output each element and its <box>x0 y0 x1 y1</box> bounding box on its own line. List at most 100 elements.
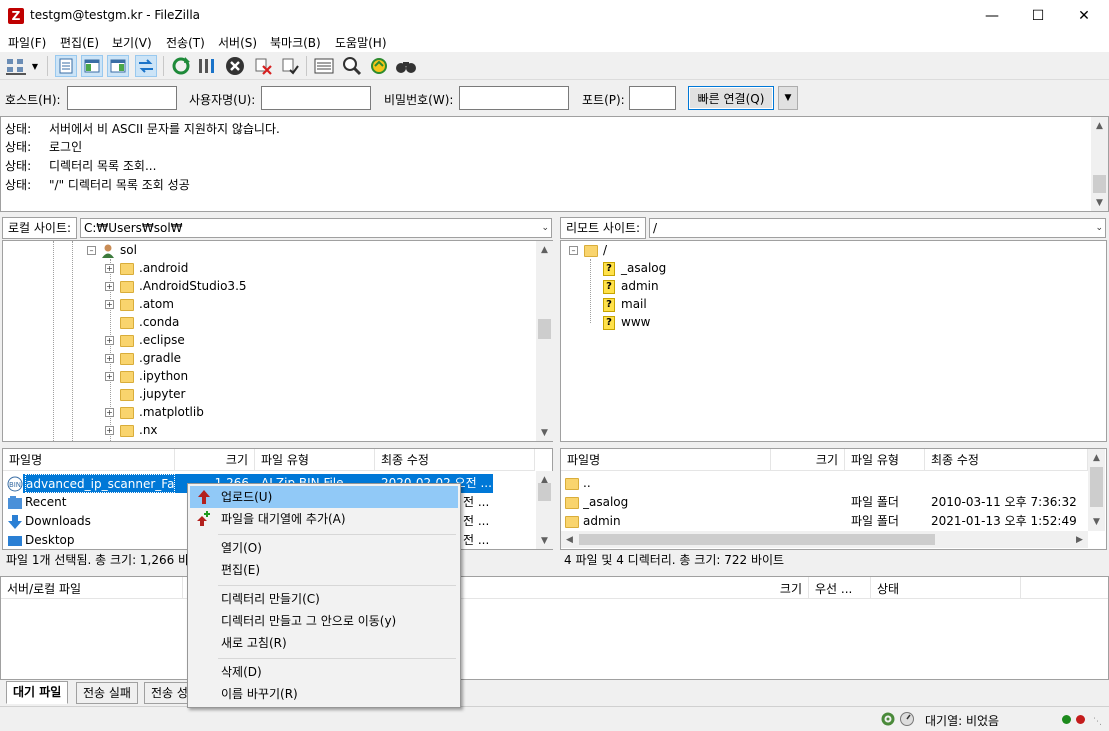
disconnect-icon[interactable] <box>252 55 274 77</box>
scroll-thumb[interactable] <box>538 319 551 339</box>
tree-item-user-folder[interactable]: – sol <box>87 241 137 259</box>
directory-filter-icon[interactable] <box>313 55 335 77</box>
scroll-down-icon[interactable]: ▼ <box>1091 194 1108 211</box>
tree-item[interactable]: + .matplotlib <box>105 403 204 421</box>
menu-bookmarks[interactable]: 북마크(B) <box>270 34 321 51</box>
local-tree-scrollbar[interactable]: ▲ ▼ <box>536 241 553 441</box>
resize-grip-icon[interactable]: ⋱ <box>1093 717 1102 727</box>
column-filename[interactable]: 파일명 <box>3 449 175 471</box>
log-scrollbar[interactable]: ▲ ▼ <box>1091 117 1108 211</box>
delete-menu-item[interactable]: 삭제(D) <box>190 661 458 683</box>
gear-icon[interactable] <box>880 711 896 730</box>
remote-list-vscrollbar[interactable]: ▲ ▼ <box>1088 449 1105 531</box>
scroll-down-icon[interactable]: ▼ <box>536 424 553 441</box>
tab-failed-transfers[interactable]: 전송 실패 <box>76 682 138 704</box>
close-button[interactable]: ✕ <box>1061 0 1107 32</box>
table-row[interactable]: admin 파일 폴더 2021-01-13 오후 1:52:49 <box>561 512 1088 531</box>
search-remote-icon[interactable] <box>395 55 417 77</box>
site-manager-dropdown-icon[interactable]: ▼ <box>29 55 41 77</box>
tab-queued-files[interactable]: 대기 파일 <box>6 681 69 704</box>
username-input[interactable] <box>261 86 371 110</box>
tree-item[interactable]: + .eclipse <box>105 331 185 349</box>
maximize-button[interactable]: ☐ <box>1015 0 1061 32</box>
speed-limit-icon[interactable] <box>899 711 915 730</box>
local-path-input[interactable]: C:₩Users₩sol₩ ⌄ <box>80 218 552 238</box>
scroll-left-icon[interactable]: ◀ <box>561 531 578 548</box>
column-status[interactable]: 상태 <box>871 577 1021 599</box>
directory-comparison-icon[interactable] <box>341 55 363 77</box>
tree-item[interactable]: .conda <box>105 313 179 331</box>
column-size[interactable]: 크기 <box>771 449 845 471</box>
create-directory-menu-item[interactable]: 디렉터리 만들기(C) <box>190 588 458 610</box>
chevron-down-icon[interactable]: ⌄ <box>541 219 549 237</box>
column-server-local-file[interactable]: 서버/로컬 파일 <box>1 577 183 599</box>
column-size[interactable]: 크기 <box>731 577 809 599</box>
quickconnect-history-dropdown[interactable]: ▼ <box>778 86 798 110</box>
local-list-scrollbar[interactable]: ▲ ▼ <box>536 471 553 549</box>
table-row[interactable]: _asalog 파일 폴더 2010-03-11 오후 7:36:32 <box>561 493 1088 512</box>
tree-item-root[interactable]: – / <box>569 241 607 259</box>
column-type[interactable]: 파일 유형 <box>255 449 375 471</box>
column-modified[interactable]: 최종 수정 <box>925 449 1088 471</box>
scroll-thumb[interactable] <box>538 483 551 501</box>
scroll-up-icon[interactable]: ▲ <box>1091 117 1108 134</box>
toggle-queue-icon[interactable] <box>135 55 157 77</box>
scroll-thumb[interactable] <box>1090 467 1103 507</box>
column-type[interactable]: 파일 유형 <box>845 449 925 471</box>
collapse-icon[interactable]: – <box>87 246 96 255</box>
toggle-log-icon[interactable] <box>55 55 77 77</box>
scroll-down-icon[interactable]: ▼ <box>1088 513 1105 530</box>
menu-edit[interactable]: 편집(E) <box>60 34 99 51</box>
port-input[interactable] <box>629 86 676 110</box>
menu-transfer[interactable]: 전송(T) <box>166 34 205 51</box>
site-manager-icon[interactable] <box>5 55 27 77</box>
scroll-up-icon[interactable]: ▲ <box>1088 449 1105 466</box>
tree-item[interactable]: .jupyter <box>105 385 186 403</box>
sync-browsing-icon[interactable] <box>368 55 390 77</box>
refresh-icon[interactable] <box>170 55 192 77</box>
menu-server[interactable]: 서버(S) <box>218 34 257 51</box>
tree-item[interactable]: + .nx <box>105 421 158 439</box>
tree-item[interactable]: ? _asalog <box>603 259 666 277</box>
password-input[interactable] <box>459 86 569 110</box>
scroll-down-icon[interactable]: ▼ <box>536 532 553 549</box>
tree-item[interactable]: + .gradle <box>105 349 181 367</box>
tree-item[interactable]: + .atom <box>105 295 174 313</box>
upload-menu-item[interactable]: 업로드(U) <box>190 486 458 508</box>
remote-path-input[interactable]: / ⌄ <box>649 218 1106 238</box>
host-input[interactable] <box>67 86 177 110</box>
scroll-right-icon[interactable]: ▶ <box>1071 531 1088 548</box>
column-size[interactable]: 크기 <box>175 449 255 471</box>
tree-item[interactable]: + .AndroidStudio3.5 <box>105 277 247 295</box>
column-priority[interactable]: 우선 ... <box>809 577 871 599</box>
scroll-thumb[interactable] <box>579 534 935 545</box>
column-modified[interactable]: 최종 수정 <box>375 449 535 471</box>
tree-item[interactable]: ? www <box>603 313 650 331</box>
refresh-menu-item[interactable]: 새로 고침(R) <box>190 632 458 654</box>
minimize-button[interactable]: — <box>969 0 1015 32</box>
tree-item[interactable]: ? admin <box>603 277 659 295</box>
tree-item[interactable]: + .android <box>105 259 188 277</box>
toggle-remote-tree-icon[interactable] <box>107 55 129 77</box>
scroll-up-icon[interactable]: ▲ <box>536 241 553 258</box>
create-and-enter-directory-menu-item[interactable]: 디렉터리 만들고 그 안으로 이동(y) <box>190 610 458 632</box>
chevron-down-icon[interactable]: ⌄ <box>1095 219 1103 237</box>
menu-file[interactable]: 파일(F) <box>8 34 46 51</box>
remote-list-hscrollbar[interactable]: ◀ ▶ <box>561 531 1088 548</box>
table-row[interactable]: .. <box>561 474 1088 493</box>
rename-menu-item[interactable]: 이름 바꾸기(R) <box>190 683 458 705</box>
reconnect-icon[interactable] <box>279 55 301 77</box>
tree-item[interactable]: ? mail <box>603 295 647 313</box>
toggle-local-tree-icon[interactable] <box>81 55 103 77</box>
menu-view[interactable]: 보기(V) <box>112 34 152 51</box>
process-queue-icon[interactable] <box>196 55 218 77</box>
tree-item[interactable]: + .ipython <box>105 367 188 385</box>
edit-menu-item[interactable]: 편집(E) <box>190 559 458 581</box>
column-filename[interactable]: 파일명 <box>561 449 771 471</box>
tab-successful-transfers[interactable]: 전송 성 <box>144 682 188 704</box>
menu-help[interactable]: 도움말(H) <box>335 34 387 51</box>
cancel-icon[interactable] <box>224 55 246 77</box>
scroll-thumb[interactable] <box>1093 175 1106 193</box>
quickconnect-button[interactable]: 빠른 연결(Q) <box>688 86 774 110</box>
add-to-queue-menu-item[interactable]: 파일을 대기열에 추가(A) <box>190 508 458 530</box>
